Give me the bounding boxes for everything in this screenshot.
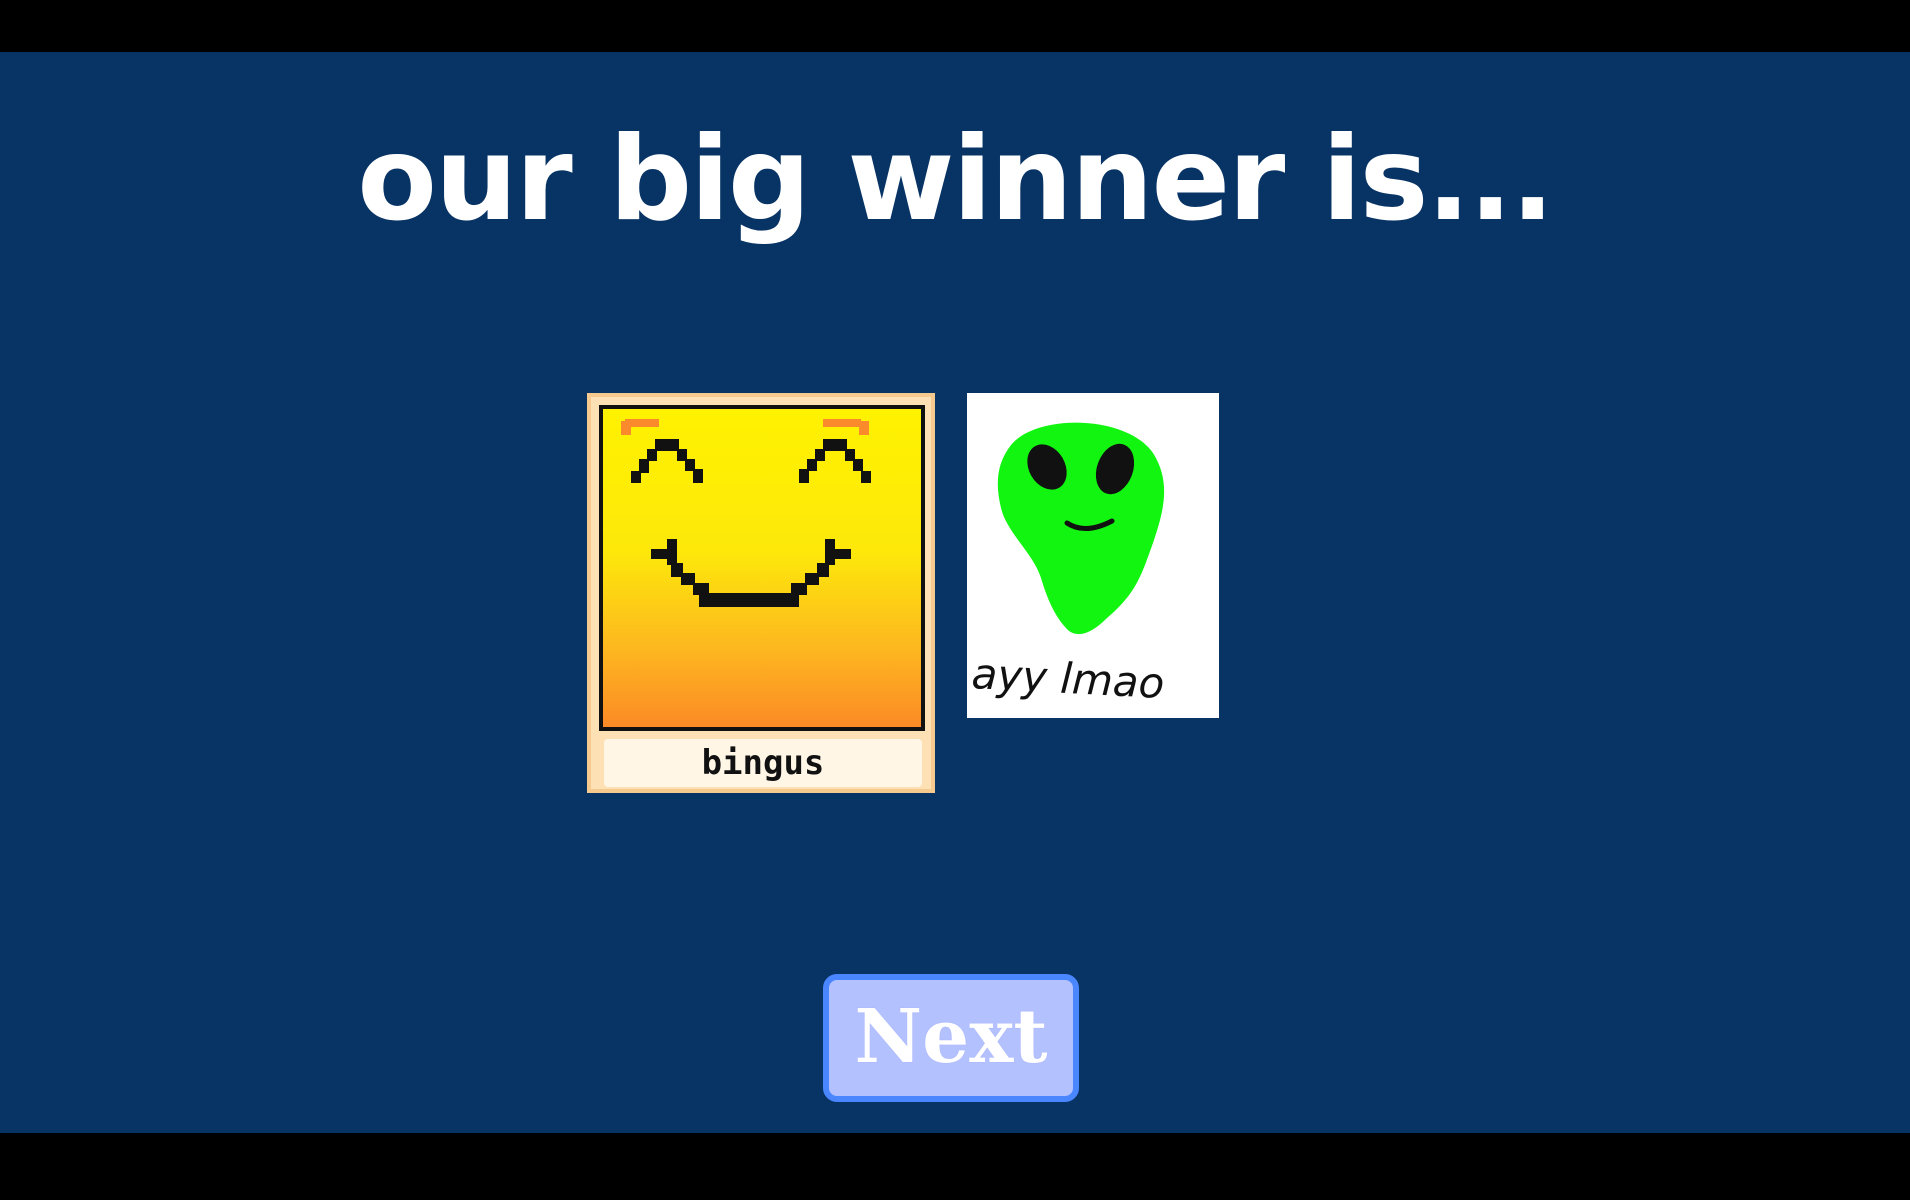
game-stage: our big winner is... bingus ayy lmao Nex… (0, 52, 1910, 1133)
page-title: our big winner is... (357, 112, 1554, 247)
smiling-face-icon (621, 419, 871, 607)
letterbox-top (0, 0, 1910, 52)
letterbox-bottom (0, 1133, 1910, 1200)
alien-head-icon: ayy lmao (970, 422, 1166, 708)
next-button[interactable]: Next (823, 974, 1079, 1102)
card-label: bingus (604, 739, 922, 787)
card-art (599, 405, 925, 731)
drawing-caption: ayy lmao (970, 649, 1165, 708)
drawing-entry: ayy lmao (967, 393, 1219, 718)
winner-card: bingus (587, 393, 935, 793)
